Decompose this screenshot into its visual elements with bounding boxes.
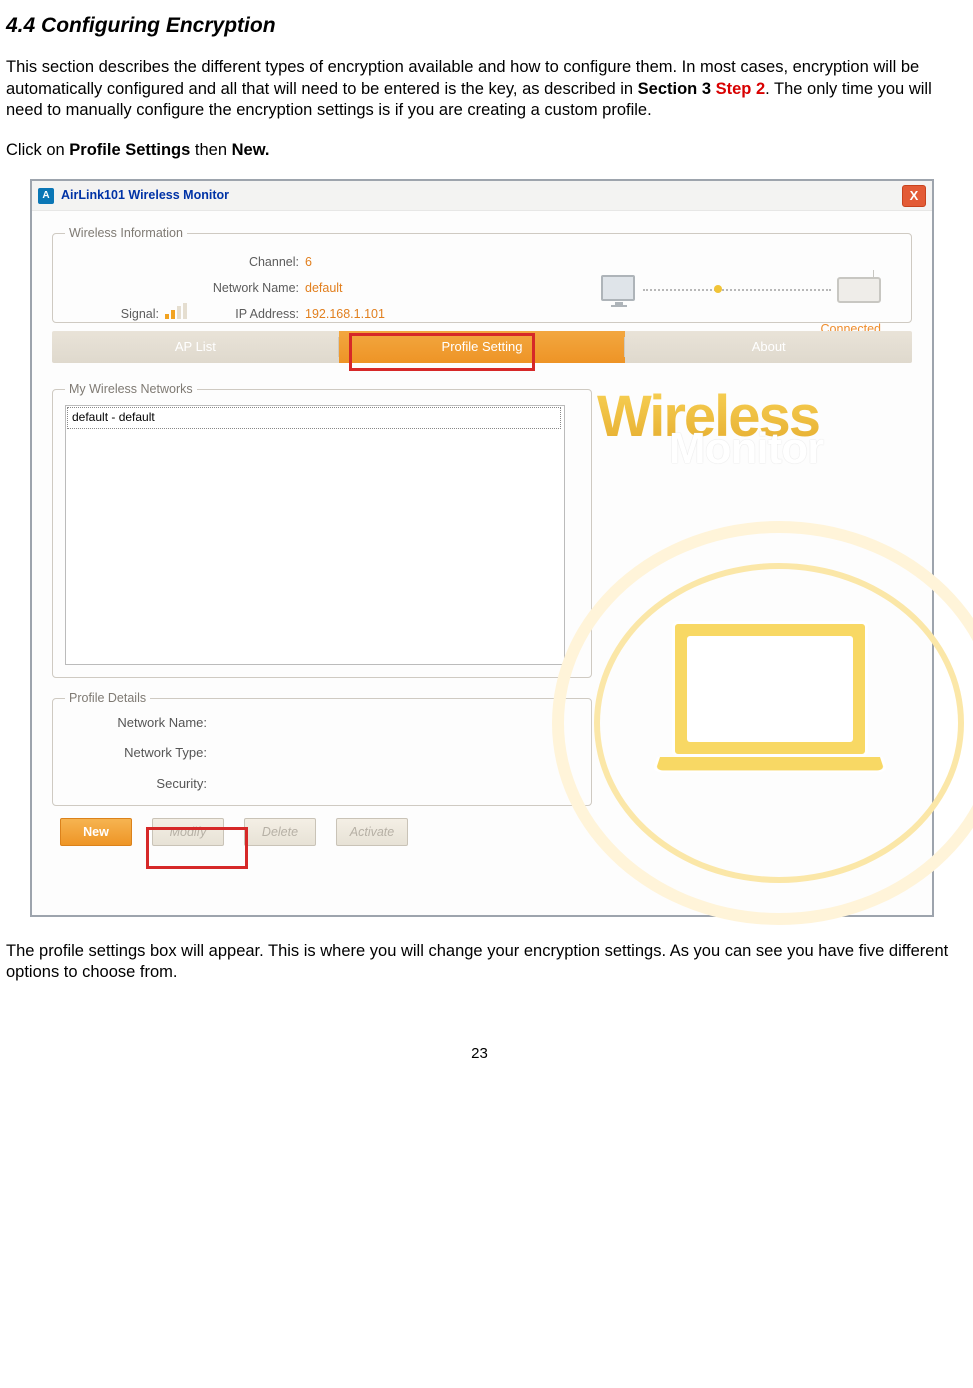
app-icon: A [38, 188, 54, 204]
screenshot-figure: A AirLink101 Wireless Monitor X Wireless… [30, 179, 934, 917]
link-path-icon [643, 289, 831, 291]
router-icon [837, 277, 881, 303]
delete-button-label: Delete [262, 824, 298, 840]
network-name-label: Network Name: [200, 280, 305, 296]
activate-button[interactable]: Activate [336, 818, 408, 846]
modify-button-label: Modify [170, 824, 207, 840]
p2-new: New. [232, 141, 270, 159]
signal-icon [165, 305, 187, 319]
tab-profile-setting[interactable]: Profile Setting [339, 331, 626, 363]
paragraph-1: This section describes the different typ… [6, 57, 953, 121]
pd-security-label: Security: [65, 776, 215, 793]
close-button[interactable]: X [902, 185, 926, 207]
pd-netname-label: Network Name: [65, 715, 215, 732]
page-number: 23 [6, 1044, 953, 1064]
paragraph-3: The profile settings box will appear. Th… [6, 941, 953, 984]
logo-monitor: Monitor [669, 427, 823, 471]
tabs-bar: AP List Profile Setting About [52, 331, 912, 363]
profile-list[interactable]: default - default [65, 405, 565, 665]
profile-details-group: Profile Details Network Name: Network Ty… [52, 690, 592, 806]
my-wireless-networks-group: My Wireless Networks default - default [52, 381, 592, 678]
tab-about[interactable]: About [625, 331, 912, 363]
pd-legend: Profile Details [65, 690, 150, 706]
list-item[interactable]: default - default [67, 407, 561, 429]
profile-button-row: New Modify Delete Activate [52, 818, 592, 846]
window-title: AirLink101 Wireless Monitor [61, 187, 902, 203]
p2-c: then [190, 141, 231, 159]
tab-ap-list[interactable]: AP List [52, 331, 339, 363]
channel-label: Channel: [200, 254, 305, 270]
laptop-icon [672, 621, 883, 780]
tab-profile-label: Profile Setting [442, 339, 523, 356]
tab-about-label: About [752, 339, 786, 356]
branding-panel: Wireless Monitor [592, 381, 912, 871]
wireless-info-group: Wireless Information Channel: 6 Network … [52, 225, 912, 323]
channel-value: 6 [305, 254, 435, 270]
close-icon: X [910, 189, 919, 202]
ip-label: IP Address: [200, 306, 305, 322]
section-heading: 4.4 Configuring Encryption [6, 12, 953, 39]
modify-button[interactable]: Modify [152, 818, 224, 846]
p2-a: Click on [6, 141, 69, 159]
new-button[interactable]: New [60, 818, 132, 846]
p1-step2: Step 2 [716, 80, 766, 98]
activate-button-label: Activate [350, 824, 394, 840]
new-button-label: New [83, 824, 109, 840]
tabs-bar-wrap: AP List Profile Setting About [52, 331, 912, 363]
mwn-legend: My Wireless Networks [65, 381, 197, 397]
p2-profile-settings: Profile Settings [69, 141, 190, 159]
delete-button[interactable]: Delete [244, 818, 316, 846]
section-number: 4.4 [6, 14, 35, 37]
window-titlebar: A AirLink101 Wireless Monitor X [32, 181, 932, 211]
tab-ap-label: AP List [175, 339, 216, 356]
ip-value: 192.168.1.101 [305, 306, 435, 322]
link-led-icon [714, 285, 722, 293]
network-name-value: default [305, 280, 435, 296]
wireless-monitor-logo: Wireless Monitor [597, 391, 823, 471]
pd-nettype-label: Network Type: [65, 745, 215, 762]
connection-graphic [601, 261, 881, 319]
p1-section3: Section 3 [638, 80, 716, 98]
wireless-info-legend: Wireless Information [65, 225, 187, 241]
signal-label: Signal: [65, 306, 165, 322]
monitor-icon [601, 275, 637, 305]
section-title-text: Configuring Encryption [41, 14, 275, 37]
paragraph-2: Click on Profile Settings then New. [6, 140, 953, 161]
